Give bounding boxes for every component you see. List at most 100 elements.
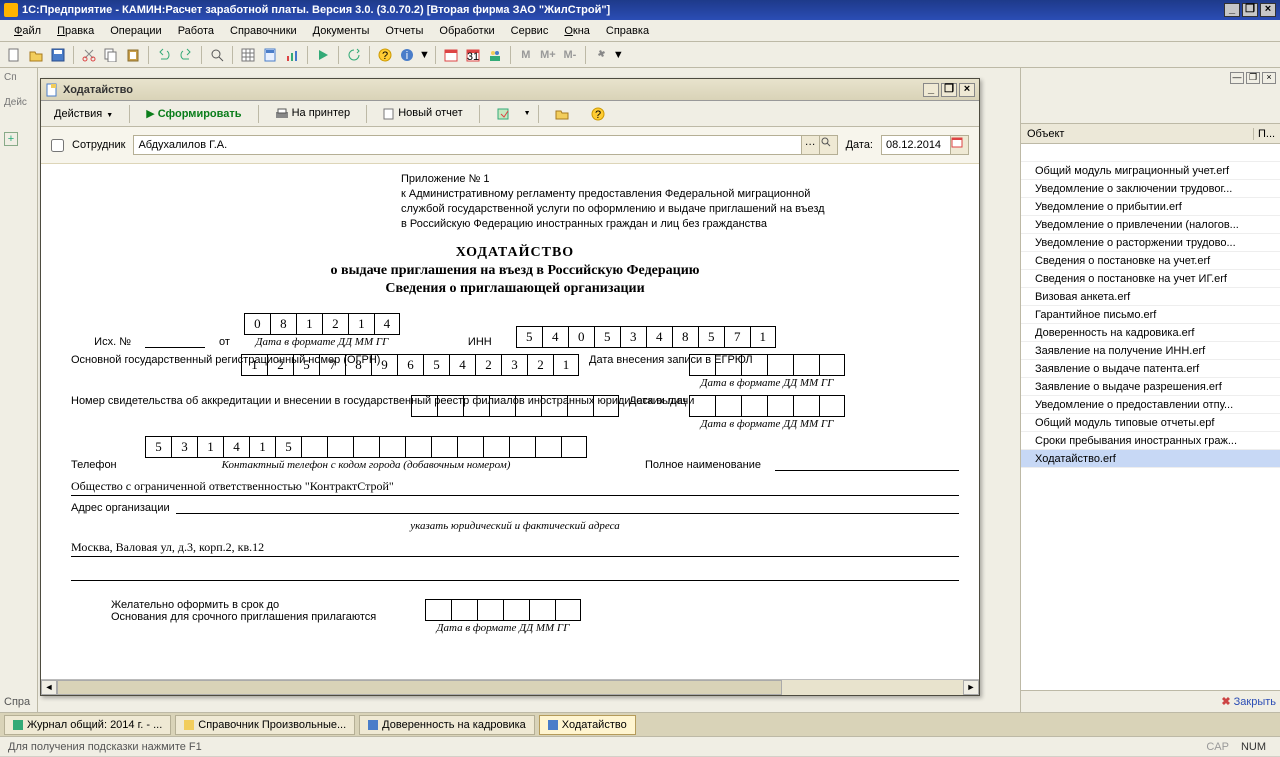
inn-label: ИНН	[468, 336, 492, 348]
mminus-icon[interactable]: M-	[560, 45, 580, 65]
chart-icon[interactable]	[282, 45, 302, 65]
menu-edit[interactable]: Правка	[49, 22, 102, 40]
menu-docs[interactable]: Документы	[305, 22, 378, 40]
save-icon[interactable]	[48, 45, 68, 65]
list-item[interactable]: Гарантийное письмо.erf	[1021, 306, 1280, 324]
undo-icon[interactable]	[154, 45, 174, 65]
h-scrollbar[interactable]: ◄ ►	[41, 679, 979, 695]
list-item[interactable]: Уведомление о привлечении (налогов...	[1021, 216, 1280, 234]
scroll-thumb[interactable]	[57, 680, 782, 695]
col-object[interactable]: Объект	[1021, 128, 1254, 140]
scroll-right-icon[interactable]: ►	[963, 680, 979, 695]
settings-icon[interactable]	[591, 45, 611, 65]
list-item[interactable]: Ходатайство.erf	[1021, 450, 1280, 468]
grid-icon[interactable]	[238, 45, 258, 65]
document-view[interactable]: Приложение № 1 к Административному регла…	[41, 164, 979, 679]
rp-close-icon[interactable]: ×	[1262, 72, 1276, 84]
chevron-down-icon[interactable]: ▼	[524, 110, 531, 117]
chevron-down-icon[interactable]: ▼	[613, 49, 624, 61]
list-item[interactable]: Уведомление о заключении трудовог...	[1021, 180, 1280, 198]
cut-icon[interactable]	[79, 45, 99, 65]
copy-icon[interactable]	[101, 45, 121, 65]
list-item[interactable]: Заявление на получение ИНН.erf	[1021, 342, 1280, 360]
list-item[interactable]: Общий модуль миграционный учет.erf	[1021, 162, 1280, 180]
list-item[interactable]: Сведения о постановке на учет.erf	[1021, 252, 1280, 270]
list-item[interactable]: Заявление о выдаче разрешения.erf	[1021, 378, 1280, 396]
rp-min-icon[interactable]: —	[1230, 72, 1244, 84]
object-list[interactable]: Общий модуль миграционный учет.erf Уведо…	[1021, 144, 1280, 690]
left-stub-bottom: Спра	[4, 696, 30, 708]
toolbar-help-icon[interactable]: ?	[582, 103, 614, 125]
add-icon[interactable]: +	[4, 132, 18, 146]
addr-value: Москва, Валовая ул, д.3, корп.2, кв.12	[71, 540, 959, 557]
print-button[interactable]: На принтер	[266, 103, 360, 123]
task-petition[interactable]: Ходатайство	[539, 715, 636, 735]
menu-proc[interactable]: Обработки	[431, 22, 502, 40]
generate-button[interactable]: ▶ Сформировать	[137, 103, 250, 124]
menu-operations[interactable]: Операции	[102, 22, 169, 40]
m-icon[interactable]: M	[516, 45, 536, 65]
new-icon[interactable]	[4, 45, 24, 65]
find-icon[interactable]	[207, 45, 227, 65]
close-link[interactable]: ✖ Закрыть	[1221, 696, 1276, 708]
open-folder-icon[interactable]	[546, 104, 578, 124]
employee-pick-icon[interactable]: …	[802, 135, 820, 155]
export-icon[interactable]	[487, 103, 519, 125]
actions-button[interactable]: Действия ▼	[45, 104, 122, 124]
redo-icon[interactable]	[176, 45, 196, 65]
list-item[interactable]: Уведомление о расторжении трудово...	[1021, 234, 1280, 252]
people-icon[interactable]	[485, 45, 505, 65]
task-ref[interactable]: Справочник Произвольные...	[175, 715, 355, 735]
ish-value	[145, 334, 205, 348]
newreport-button[interactable]: Новый отчет	[374, 103, 472, 123]
cal1-icon[interactable]	[441, 45, 461, 65]
toolbar-main: ? i ▼ 31 M M+ M- ▼	[0, 42, 1280, 68]
list-item[interactable]: Уведомление о прибытии.erf	[1021, 198, 1280, 216]
employee-checkbox[interactable]	[51, 139, 64, 152]
run-icon[interactable]	[313, 45, 333, 65]
sw-max-button[interactable]: ❐	[941, 83, 957, 97]
date-input[interactable]	[881, 135, 951, 155]
list-item[interactable]: Доверенность на кадровика.erf	[1021, 324, 1280, 342]
task-poa[interactable]: Доверенность на кадровика	[359, 715, 535, 735]
list-item[interactable]: Сведения о постановке на учет ИГ.erf	[1021, 270, 1280, 288]
list-item[interactable]: Сроки пребывания иностранных граж...	[1021, 432, 1280, 450]
wish-hint: Основания для срочного приглашения прила…	[111, 611, 411, 623]
svg-text:i: i	[406, 50, 408, 62]
menubar: Файл Правка Операции Работа Справочники …	[0, 20, 1280, 42]
task-journal[interactable]: Журнал общий: 2014 г. - ...	[4, 715, 171, 735]
employee-input[interactable]	[133, 135, 801, 155]
list-item[interactable]: Заявление о выдаче патента.erf	[1021, 360, 1280, 378]
menu-help[interactable]: Справка	[598, 22, 657, 40]
sw-min-button[interactable]: _	[923, 83, 939, 97]
menu-work[interactable]: Работа	[170, 22, 222, 40]
list-item[interactable]: Уведомление о предоставлении отпу...	[1021, 396, 1280, 414]
paste-icon[interactable]	[123, 45, 143, 65]
mplus-icon[interactable]: M+	[538, 45, 558, 65]
menu-windows[interactable]: Окна	[556, 22, 598, 40]
close-button[interactable]: ×	[1260, 3, 1276, 17]
menu-service[interactable]: Сервис	[503, 22, 557, 40]
refresh-icon[interactable]	[344, 45, 364, 65]
employee-search-icon[interactable]	[820, 135, 838, 155]
cal2-icon[interactable]: 31	[463, 45, 483, 65]
rp-max-icon[interactable]: ❐	[1246, 72, 1260, 84]
chevron-down-icon[interactable]: ▼	[419, 49, 430, 61]
calendar-icon[interactable]	[951, 135, 969, 155]
col-p[interactable]: П...	[1254, 128, 1280, 140]
info-icon[interactable]: i	[397, 45, 417, 65]
menu-file[interactable]: Файл	[6, 22, 49, 40]
list-item[interactable]: Общий модуль типовые отчеты.epf	[1021, 414, 1280, 432]
list-item[interactable]: Визовая анкета.erf	[1021, 288, 1280, 306]
scroll-left-icon[interactable]: ◄	[41, 680, 57, 695]
menu-ref[interactable]: Справочники	[222, 22, 305, 40]
svg-text:31: 31	[467, 51, 479, 62]
sw-close-button[interactable]: ×	[959, 83, 975, 97]
calc-icon[interactable]	[260, 45, 280, 65]
minimize-button[interactable]: _	[1224, 3, 1240, 17]
help-icon[interactable]: ?	[375, 45, 395, 65]
open-icon[interactable]	[26, 45, 46, 65]
menu-reports[interactable]: Отчеты	[377, 22, 431, 40]
maximize-button[interactable]: ❐	[1242, 3, 1258, 17]
left-stub-top: Сп	[4, 72, 33, 83]
